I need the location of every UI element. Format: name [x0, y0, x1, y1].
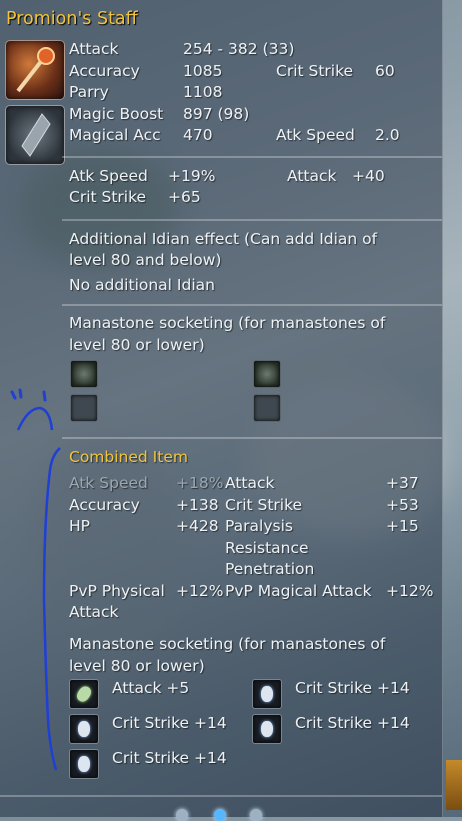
page-dot[interactable]	[176, 809, 188, 821]
hand-drawn-annotation	[10, 388, 61, 771]
neighbor-item-icon	[446, 760, 462, 810]
page-dot[interactable]	[250, 809, 262, 821]
page-dot-active[interactable]	[214, 809, 226, 821]
